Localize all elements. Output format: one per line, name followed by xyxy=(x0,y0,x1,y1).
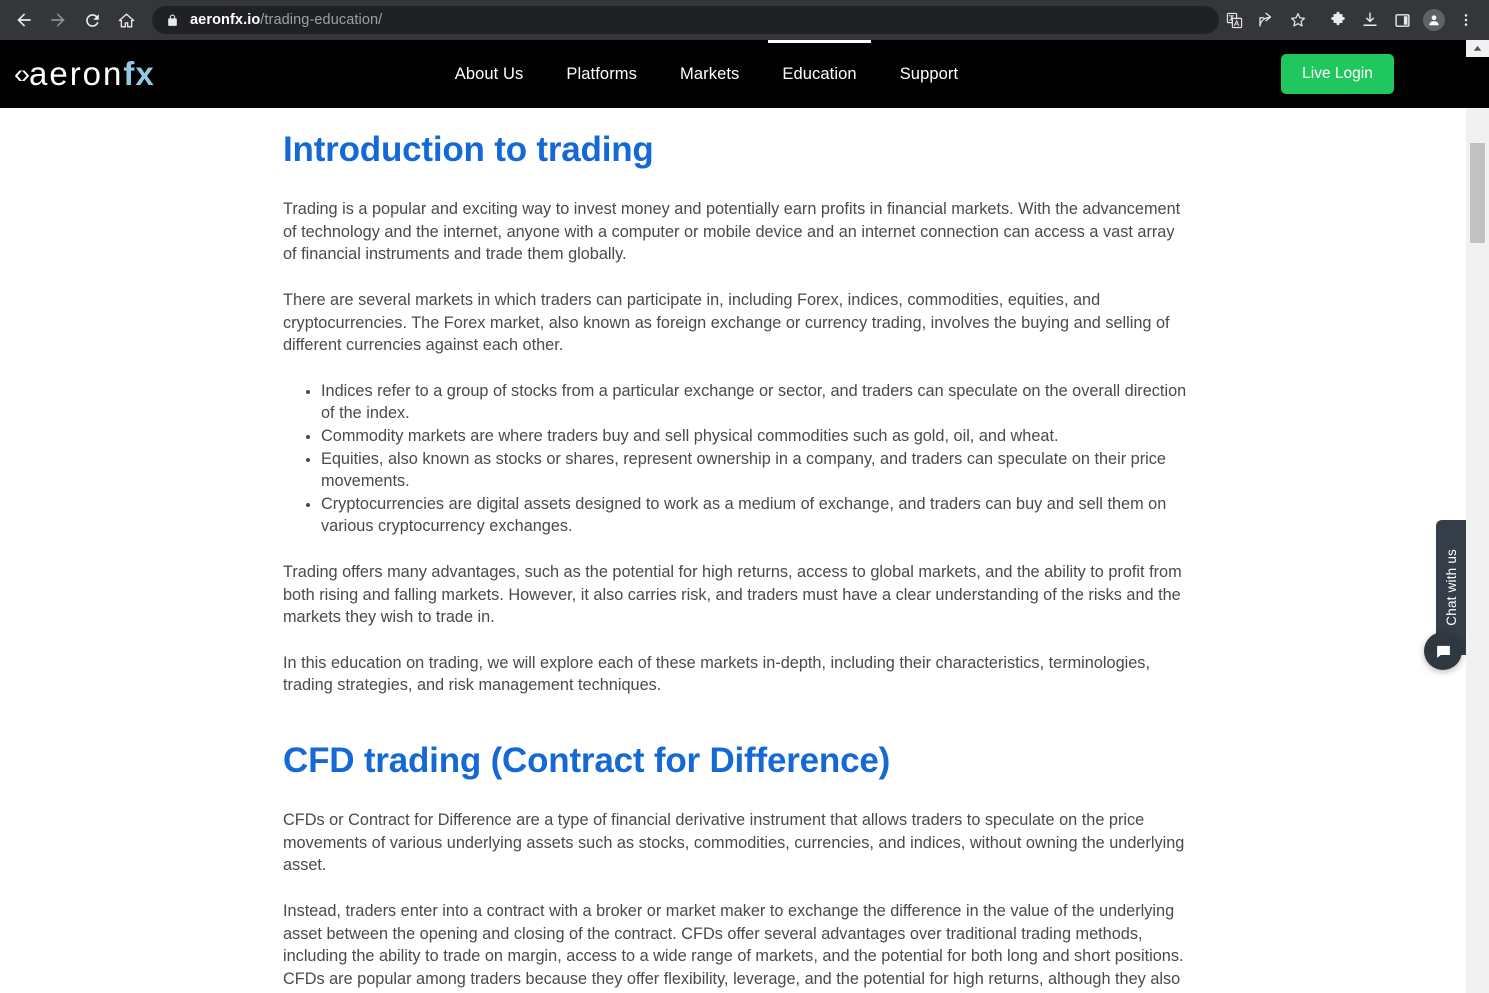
markets-bullet-list: Indices refer to a group of stocks from … xyxy=(283,380,1203,538)
live-login-button[interactable]: Live Login xyxy=(1281,54,1394,94)
nav-item-platforms[interactable]: Platforms xyxy=(566,40,637,108)
share-icon xyxy=(1259,12,1272,27)
paragraph: CFDs or Contract for Difference are a ty… xyxy=(283,811,1185,875)
home-icon xyxy=(118,12,134,28)
profile-button[interactable] xyxy=(1419,5,1449,35)
chat-with-us-label: Chat with us xyxy=(1443,549,1459,626)
paragraph: Instead, traders enter into a contract w… xyxy=(283,901,1184,993)
logo-brackets-icon: ‹› xyxy=(14,58,30,89)
section-heading-cfd-trading: CFD trading (Contract for Difference) xyxy=(283,740,891,780)
url-path: /trading-education/ xyxy=(260,12,383,28)
page-scrollbar[interactable] xyxy=(1466,40,1489,993)
nav-item-support[interactable]: Support xyxy=(900,40,959,108)
list-item: Cryptocurrencies are digital assets desi… xyxy=(321,493,1203,538)
lock-icon xyxy=(166,14,179,27)
nav-item-education[interactable]: Education xyxy=(768,40,872,108)
url-text: aeronfx.io/trading-education/ xyxy=(190,12,382,28)
downloads-icon xyxy=(1363,12,1377,26)
logo-primary-text: aeron xyxy=(28,55,124,92)
nav-item-markets[interactable]: Markets xyxy=(680,40,739,108)
three-dot-menu-icon xyxy=(1464,14,1468,26)
forward-button[interactable] xyxy=(42,4,74,36)
share-button[interactable] xyxy=(1251,5,1281,35)
paragraph: There are several markets in which trade… xyxy=(283,291,1170,355)
article-content: Introduction to trading Trading is a pop… xyxy=(0,108,1466,993)
reload-icon xyxy=(85,13,99,27)
home-button[interactable] xyxy=(110,4,142,36)
back-button[interactable] xyxy=(8,4,40,36)
paragraph: Trading offers many advantages, such as … xyxy=(283,562,1182,627)
back-arrow-icon xyxy=(17,13,31,27)
list-item: Indices refer to a group of stocks from … xyxy=(321,380,1203,425)
page-viewport: ‹› aeron fx About Us Platforms Markets Edu… xyxy=(0,40,1489,993)
paragraph: Trading is a popular and exciting way to… xyxy=(283,200,1181,264)
forward-arrow-icon xyxy=(51,13,65,27)
side-panel-button[interactable] xyxy=(1387,5,1417,35)
paragraph: In this education on trading, we will ex… xyxy=(283,653,1150,695)
downloads-button[interactable] xyxy=(1355,5,1385,35)
nav-item-about-us[interactable]: About Us xyxy=(455,40,524,108)
side-panel-icon xyxy=(1394,13,1410,27)
browser-action-icons xyxy=(1219,5,1489,35)
address-bar[interactable]: aeronfx.io/trading-education/ xyxy=(152,6,1219,34)
scrollbar-thumb[interactable] xyxy=(1470,143,1485,243)
main-navigation: About Us Platforms Markets Education Sup… xyxy=(455,40,958,108)
profile-avatar-icon xyxy=(1423,9,1445,31)
translate-icon xyxy=(1226,12,1242,28)
chat-bubble-button[interactable] xyxy=(1424,632,1462,670)
extensions-button[interactable] xyxy=(1323,5,1353,35)
site-logo[interactable]: ‹› aeron fx xyxy=(14,55,155,93)
translate-button[interactable] xyxy=(1219,5,1249,35)
logo-accent-text: fx xyxy=(123,55,155,92)
extensions-puzzle-icon xyxy=(1331,11,1345,26)
url-host: aeronfx.io xyxy=(190,12,261,28)
bookmark-button[interactable] xyxy=(1283,5,1313,35)
site-header: ‹› aeron fx About Us Platforms Markets Edu… xyxy=(0,40,1466,108)
reload-button[interactable] xyxy=(76,4,108,36)
list-item: Equities, also known as stocks or shares… xyxy=(321,448,1203,493)
chevron-up-icon xyxy=(1473,45,1482,51)
list-item: Commodity markets are where traders buy … xyxy=(321,425,1203,448)
chat-bubble-icon xyxy=(1436,645,1450,658)
navigation-buttons xyxy=(0,4,142,36)
bookmark-star-icon xyxy=(1290,13,1306,27)
browser-toolbar: aeronfx.io/trading-education/ xyxy=(0,0,1489,40)
scrollbar-up-button[interactable] xyxy=(1466,40,1489,57)
browser-menu-button[interactable] xyxy=(1451,5,1481,35)
section-heading-introduction: Introduction to trading xyxy=(283,130,654,169)
